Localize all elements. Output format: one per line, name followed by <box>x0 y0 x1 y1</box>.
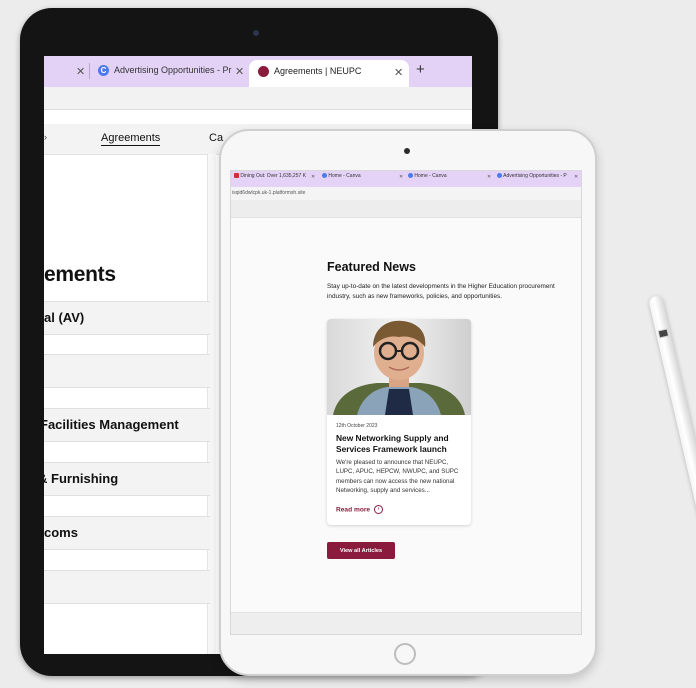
url-text: isqid6dwlcpk.uk-1.platformsh.site <box>232 190 306 196</box>
tab-title: Advertising Opportunities - Pr <box>114 65 232 75</box>
front-bottom-strip <box>231 612 581 634</box>
front-camera <box>404 148 410 154</box>
tab-advertising[interactable]: C Advertising Opportunities - Pr <box>80 56 240 87</box>
nav-agreements[interactable]: Agreements <box>101 132 161 146</box>
read-more-link[interactable]: Read more › <box>336 505 383 514</box>
back-url-bar <box>44 87 472 110</box>
agreement-row[interactable]: Facilities Management <box>44 408 210 442</box>
chevron-icon[interactable]: › <box>44 132 47 142</box>
agreement-row[interactable]: coms <box>44 516 210 550</box>
tab-canva-2[interactable]: Home - Canva <box>408 173 488 187</box>
news-card[interactable]: 12th October 2023 New Networking Supply … <box>327 319 471 525</box>
close-icon[interactable]: ✕ <box>311 174 315 180</box>
article-date: 12th October 2023 <box>336 423 378 429</box>
apple-pencil <box>648 294 696 688</box>
row-label: Facilities Management <box>44 417 179 432</box>
close-icon[interactable]: ✕ <box>235 65 244 78</box>
close-icon[interactable]: ✕ <box>399 174 403 180</box>
person-photo-icon <box>333 320 465 415</box>
back-camera <box>253 30 259 36</box>
featured-news-description: Stay up-to-date on the latest developmen… <box>327 283 555 300</box>
front-site-header <box>231 200 581 218</box>
canva-favicon-icon <box>322 173 327 179</box>
canva-favicon-icon: C <box>98 65 109 76</box>
tab-title: Home - Canva <box>414 173 447 179</box>
tab-title: Dining Out: Over 1,635,257 K <box>240 173 306 179</box>
article-title[interactable]: New Networking Supply and Services Frame… <box>336 433 466 454</box>
featured-news-heading: Featured News <box>327 260 416 274</box>
home-button <box>394 643 416 665</box>
dining-favicon-icon <box>234 173 239 179</box>
article-excerpt: We're pleased to announce that NEUPC, LU… <box>336 459 459 495</box>
neupc-favicon-icon <box>258 66 269 77</box>
front-ipad-screen: Dining Out: Over 1,635,257 K ✕ Home - Ca… <box>230 170 582 635</box>
agreement-row[interactable]: al (AV) <box>44 301 210 335</box>
front-tab-bar: Dining Out: Over 1,635,257 K ✕ Home - Ca… <box>231 171 581 187</box>
view-all-articles-button[interactable]: View all Articles <box>327 542 395 559</box>
row-label: coms <box>44 525 78 540</box>
row-label: & Furnishing <box>44 471 119 486</box>
agreement-row[interactable] <box>44 570 210 604</box>
read-more-label: Read more <box>336 506 371 514</box>
page-heading: ements <box>44 263 116 286</box>
arrow-circle-icon: › <box>373 505 383 514</box>
back-tab-bar: ✕ C Advertising Opportunities - Pr ✕ Agr… <box>44 56 472 87</box>
tab-canva-1[interactable]: Home - Canva <box>322 173 402 187</box>
close-icon[interactable]: ✕ <box>394 66 403 79</box>
row-label: al (AV) <box>44 310 85 325</box>
tab-advertising[interactable]: Advertising Opportunities - P <box>497 173 575 187</box>
tab-title: Agreements | NEUPC <box>274 66 362 76</box>
tab-title: Home - Canva <box>328 173 361 179</box>
nav-item-truncated[interactable]: Ca <box>209 132 223 144</box>
tab-agreements[interactable]: Agreements | NEUPC ✕ <box>249 60 409 87</box>
close-icon[interactable]: ✕ <box>487 174 491 180</box>
tab-title: Advertising Opportunities - P <box>503 173 567 179</box>
agreement-row[interactable]: & Furnishing <box>44 462 210 496</box>
close-icon[interactable]: ✕ <box>574 174 578 180</box>
agreement-row[interactable] <box>44 354 210 388</box>
article-photo <box>327 319 471 415</box>
new-tab-button[interactable]: + <box>416 61 425 78</box>
canva-favicon-icon <box>497 173 502 179</box>
front-url-bar[interactable]: isqid6dwlcpk.uk-1.platformsh.site <box>231 187 581 200</box>
tab-dining-out[interactable]: Dining Out: Over 1,635,257 K <box>234 173 318 187</box>
canva-favicon-icon <box>408 173 413 179</box>
